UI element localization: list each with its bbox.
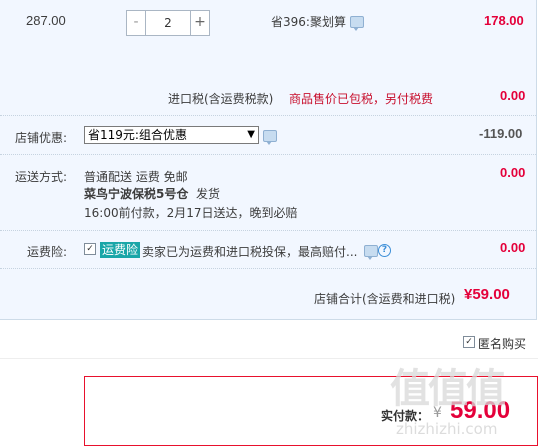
unit-price: 287.00 xyxy=(26,13,66,28)
divider xyxy=(0,115,536,116)
insurance-tag: 运费险 xyxy=(100,242,141,258)
quantity-input[interactable]: 2 xyxy=(146,11,190,35)
import-tax-note: 商品售价已包税，另付税费 xyxy=(289,92,434,106)
discount-select[interactable]: 省119元:组合优惠 ▼ xyxy=(84,126,259,144)
insurance-label: 运费险: xyxy=(27,245,68,259)
decrease-button[interactable]: - xyxy=(127,11,146,35)
watermark-logo: 值值值 xyxy=(390,366,506,412)
insurance-amount: 0.00 xyxy=(500,240,526,255)
quantity-stepper[interactable]: - 2 + xyxy=(126,10,210,36)
delivery-time: 16:00前付款，2月17日送达，晚到必赔 xyxy=(84,206,298,220)
divider xyxy=(0,268,536,269)
discount-selected: 省119元:组合优惠 xyxy=(88,128,187,142)
increase-button[interactable]: + xyxy=(190,11,209,35)
warehouse-name: 菜鸟宁波保税5号仓 xyxy=(84,187,189,201)
import-tax-amount: 0.00 xyxy=(500,88,526,103)
shipping-label: 运送方式: xyxy=(15,170,68,184)
chat-icon[interactable] xyxy=(364,245,378,260)
dropdown-arrow-icon: ▼ xyxy=(247,129,255,140)
store-total-label: 店铺合计(含运费和进口税) xyxy=(314,292,456,306)
discount-amount: -119.00 xyxy=(479,126,523,141)
anonymous-checkbox[interactable]: ✓ xyxy=(463,336,475,348)
divider xyxy=(0,154,536,155)
insurance-checkbox[interactable]: ✓ xyxy=(84,243,96,255)
ship-note: 发货 xyxy=(196,187,221,201)
chat-icon[interactable] xyxy=(263,130,277,145)
divider xyxy=(0,230,536,231)
shipping-amount: 0.00 xyxy=(500,165,526,180)
item-subtotal: 178.00 xyxy=(484,13,524,28)
import-tax-label: 进口税(含运费税款) xyxy=(168,92,274,106)
store-total-amount: ¥59.00 xyxy=(464,286,510,303)
watermark-url: zhizhizhi.com xyxy=(396,420,498,438)
order-panel: 287.00 - 2 + 省396:聚划算 178.00 进口税(含运费税款) … xyxy=(0,0,537,320)
help-icon[interactable]: ? xyxy=(378,244,391,257)
promo-text: 省396:聚划算 xyxy=(271,15,346,29)
anonymous-label[interactable]: 匿名购买 xyxy=(478,335,526,352)
chat-icon[interactable] xyxy=(350,16,364,31)
insurance-desc: 卖家已为运费和进口税投保，最高赔付... xyxy=(142,245,358,259)
shipping-method: 普通配送 运费 免邮 xyxy=(84,170,188,184)
discount-label: 店铺优惠: xyxy=(15,131,68,145)
